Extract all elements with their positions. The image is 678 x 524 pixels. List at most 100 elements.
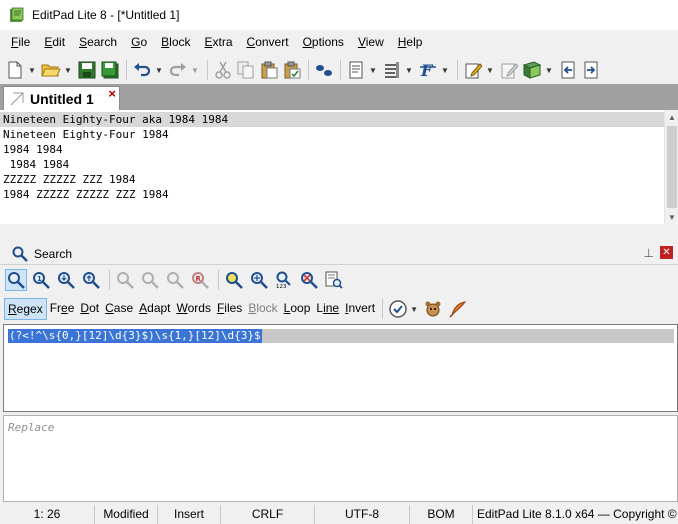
option-line[interactable]: Line: [313, 298, 342, 320]
cut-icon[interactable]: [212, 59, 234, 81]
book-dropdown-icon[interactable]: ▼: [544, 59, 554, 81]
font-icon[interactable]: F: [417, 59, 439, 81]
scroll-up-icon[interactable]: ▲: [665, 110, 678, 124]
menu-convert[interactable]: Convert: [240, 35, 296, 49]
save-all-icon[interactable]: [99, 59, 121, 81]
search-options-bar: Regex Free Dot Case Adapt Words Files Bl…: [0, 296, 678, 322]
new-file-icon[interactable]: [4, 59, 26, 81]
wrap-dropdown-icon[interactable]: ▼: [404, 59, 414, 81]
pin-icon[interactable]: ⊥: [644, 246, 654, 260]
prepare-search-icon[interactable]: [5, 269, 27, 291]
previous-file-icon[interactable]: [557, 59, 579, 81]
window-title: EditPad Lite 8 - [*Untitled 1]: [32, 8, 180, 22]
option-invert[interactable]: Invert: [342, 298, 378, 320]
svg-text:1: 1: [37, 275, 42, 283]
status-modified: Modified: [95, 505, 158, 524]
search-input[interactable]: (?<!^\s{0,}[12]\d{3}$)\s{1,}[12]\d{3}$: [3, 324, 678, 412]
menu-block[interactable]: Block: [154, 35, 197, 49]
regex-magnet-icon[interactable]: [447, 298, 469, 320]
replace-first-icon[interactable]: [114, 269, 136, 291]
redo-icon[interactable]: [167, 59, 189, 81]
toolbar-separator: [207, 60, 208, 80]
instant-search-icon[interactable]: [248, 269, 270, 291]
scrollbar-thumb[interactable]: [667, 126, 677, 208]
option-loop[interactable]: Loop: [281, 298, 314, 320]
toolbar-separator: [382, 299, 384, 319]
notes-dropdown-icon[interactable]: ▼: [485, 59, 495, 81]
edit-notes-icon[interactable]: [462, 59, 484, 81]
svg-text:R: R: [196, 275, 202, 283]
menu-extra[interactable]: Extra: [198, 35, 240, 49]
book-icon[interactable]: [521, 59, 543, 81]
status-encoding[interactable]: UTF-8: [315, 505, 410, 524]
title-bar: EditPad Lite 8 - [*Untitled 1]: [0, 0, 678, 30]
footprints-icon[interactable]: [313, 59, 335, 81]
menu-view[interactable]: View: [351, 35, 391, 49]
option-case[interactable]: Case: [102, 298, 136, 320]
option-dot[interactable]: Dot: [77, 298, 102, 320]
scroll-down-icon[interactable]: ▼: [665, 210, 678, 224]
count-matches-icon[interactable]: 123: [273, 269, 295, 291]
toolbar-separator: [457, 60, 458, 80]
menu-search[interactable]: Search: [72, 35, 124, 49]
paste-icon[interactable]: [258, 59, 280, 81]
editor-line: 1984 1984: [3, 158, 70, 171]
find-previous-icon[interactable]: [80, 269, 102, 291]
tab-close-icon[interactable]: ×: [108, 87, 116, 101]
regex-buddy-icon[interactable]: [422, 298, 444, 320]
new-file-dropdown-icon[interactable]: ▼: [27, 59, 37, 81]
menu-file[interactable]: File: [4, 35, 37, 49]
find-next-icon[interactable]: [55, 269, 77, 291]
open-folder-icon[interactable]: [40, 59, 62, 81]
search-history-icon[interactable]: [323, 269, 345, 291]
option-words[interactable]: Words: [174, 298, 214, 320]
menu-options[interactable]: Options: [296, 35, 351, 49]
editor-vertical-scrollbar[interactable]: ▲ ▼: [664, 110, 678, 224]
font-dropdown-icon[interactable]: ▼: [440, 59, 450, 81]
replace-input[interactable]: Replace: [3, 415, 678, 502]
replace-previous-icon[interactable]: [164, 269, 186, 291]
properties-dropdown-icon[interactable]: ▼: [368, 59, 378, 81]
copy-icon[interactable]: [235, 59, 257, 81]
option-free[interactable]: Free: [47, 298, 78, 320]
menu-edit[interactable]: Edit: [37, 35, 72, 49]
tab-untitled-1[interactable]: Untitled 1 ×: [3, 86, 120, 110]
search-panel-title: Search: [34, 246, 73, 261]
menu-go[interactable]: Go: [124, 35, 154, 49]
search-scope-icon[interactable]: [387, 298, 409, 320]
find-first-icon[interactable]: 1: [30, 269, 52, 291]
option-adapt[interactable]: Adapt: [136, 298, 173, 320]
option-block[interactable]: Block: [245, 298, 280, 320]
fold-matches-icon[interactable]: [298, 269, 320, 291]
status-line-break[interactable]: CRLF: [221, 505, 315, 524]
status-bar: 1: 26 Modified Insert CRLF UTF-8 BOM Edi…: [0, 505, 678, 524]
svg-text:123: 123: [276, 284, 287, 289]
paste-special-icon[interactable]: [281, 59, 303, 81]
redo-dropdown-icon[interactable]: ▼: [190, 59, 200, 81]
close-panel-icon[interactable]: ✕: [660, 246, 673, 259]
replace-all-icon[interactable]: R: [189, 269, 211, 291]
editor-line: 1984 ZZZZZ ZZZZZ ZZZ 1984: [3, 188, 169, 201]
status-insert-mode[interactable]: Insert: [158, 505, 221, 524]
word-wrap-icon[interactable]: [381, 59, 403, 81]
save-icon[interactable]: [76, 59, 98, 81]
toolbar-separator: [126, 60, 127, 80]
document-properties-icon[interactable]: [345, 59, 367, 81]
editor-line: 1984 1984: [3, 143, 63, 156]
panel-splitter[interactable]: [0, 224, 678, 240]
text-editor[interactable]: Nineteen Eighty-Four aka 1984 1984 Ninet…: [0, 110, 678, 224]
clip-collection-icon[interactable]: [498, 59, 520, 81]
highlight-matches-icon[interactable]: [223, 269, 245, 291]
search-scope-dropdown-icon[interactable]: ▼: [409, 298, 419, 320]
menu-help[interactable]: Help: [391, 35, 430, 49]
replace-next-icon[interactable]: [139, 269, 161, 291]
undo-icon[interactable]: [131, 59, 153, 81]
option-files[interactable]: Files: [214, 298, 245, 320]
editpad-app-icon: [10, 7, 24, 22]
undo-dropdown-icon[interactable]: ▼: [154, 59, 164, 81]
option-regex[interactable]: Regex: [4, 298, 47, 320]
next-file-icon[interactable]: [580, 59, 602, 81]
open-dropdown-icon[interactable]: ▼: [63, 59, 73, 81]
toolbar-separator: [218, 270, 219, 290]
editor-line: ZZZZZ ZZZZZ ZZZ 1984: [3, 173, 136, 186]
